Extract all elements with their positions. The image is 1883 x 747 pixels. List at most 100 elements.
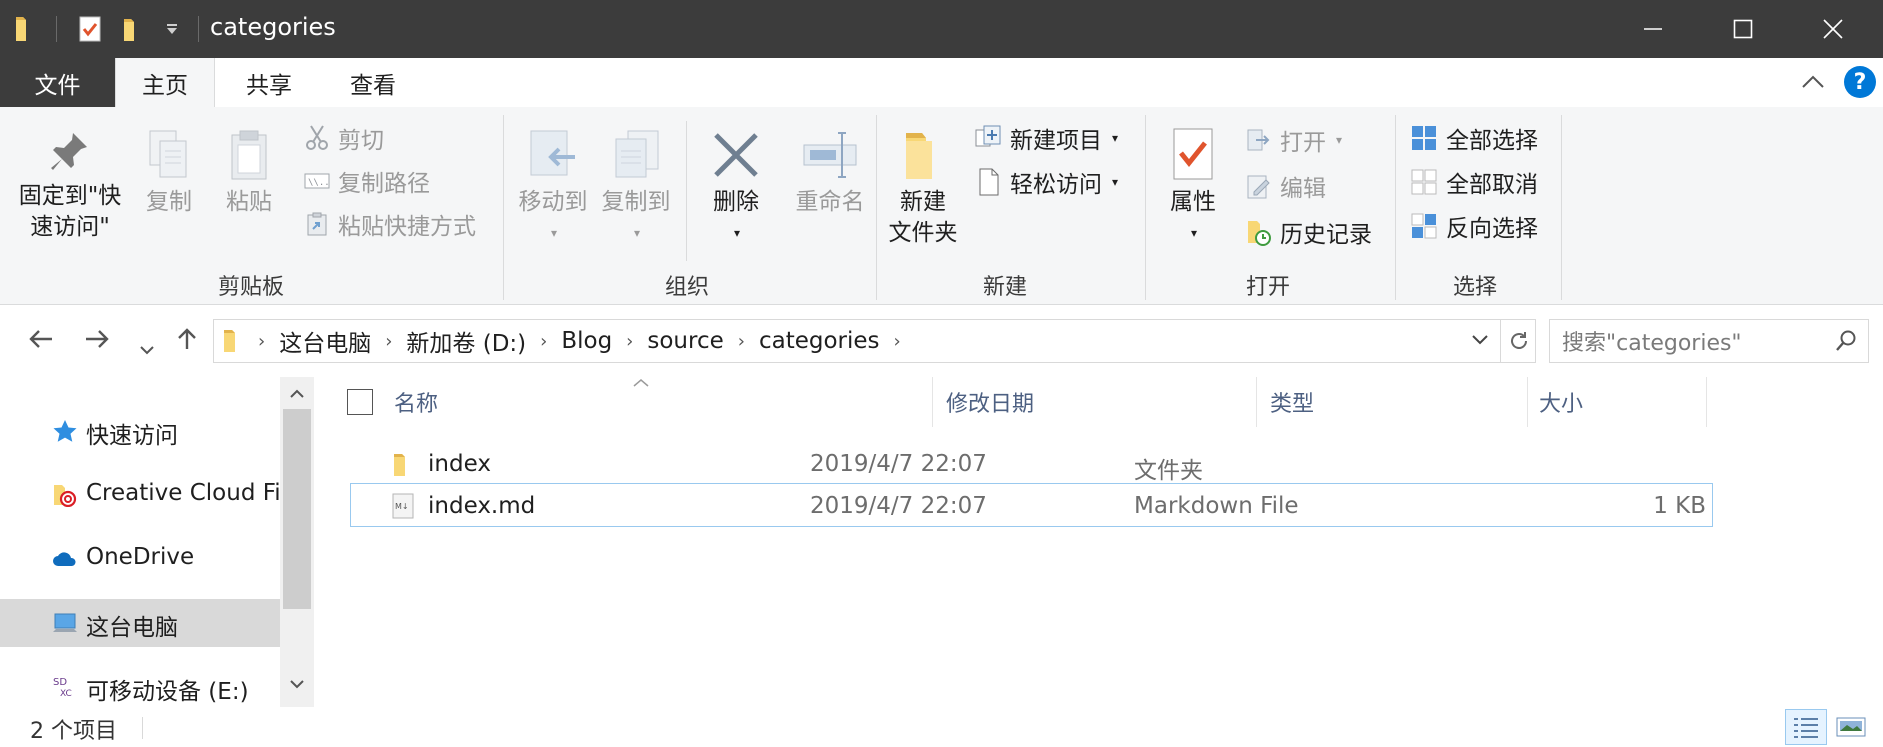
arrow-left-icon [29, 330, 52, 348]
clipboard-group-label: 剪贴板 [217, 275, 284, 300]
status-bar: 2 个项目 [0, 707, 1883, 747]
large-icons-view-button[interactable] [1830, 709, 1872, 745]
column-header-modified[interactable]: 修改日期 [946, 377, 1246, 427]
pin-icon [51, 133, 87, 170]
pin-to-quick-access-button[interactable]: 固定到"快 速访问" [10, 127, 130, 243]
recent-locations-button[interactable] [130, 333, 164, 363]
nav-item-removable-e[interactable]: SD XC 可移动设备 (E:) [0, 663, 280, 707]
select-all-icon [1412, 126, 1436, 150]
customize-toolbar-chevron-icon[interactable] [164, 14, 180, 44]
file-row[interactable]: index 2019/4/7 22:07 文件夹 [350, 442, 1713, 486]
rename-button[interactable]: 重命名 [780, 127, 880, 218]
file-list: 名称 修改日期 类型 大小 index 2019/4/7 22:07 文件夹 M… [314, 377, 1883, 707]
properties-icon [1173, 128, 1213, 180]
column-header-type[interactable]: 类型 [1270, 377, 1470, 427]
column-header-size[interactable]: 大小 [1539, 377, 1699, 427]
paste-shortcut-icon [307, 212, 327, 236]
tab-view[interactable]: 查看 [323, 58, 423, 108]
collapse-ribbon-chevron-icon[interactable] [1800, 72, 1826, 96]
copy-button[interactable]: 复制 [136, 127, 202, 218]
large-icons-view-icon [1836, 717, 1866, 737]
breadcrumb-this-pc[interactable]: 这台电脑 [279, 324, 371, 358]
search-placeholder: 搜索"categories" [1562, 331, 1742, 356]
svg-text:M↓: M↓ [395, 502, 409, 511]
select-none-icon [1411, 169, 1437, 195]
column-header-name[interactable]: 名称 [394, 377, 774, 427]
navpane-scrollbar[interactable] [280, 377, 314, 707]
cloud-icon [53, 552, 76, 566]
nav-item-creative-cloud[interactable]: Creative Cloud Files [0, 471, 280, 519]
scrollbar-thumb[interactable] [283, 409, 311, 609]
breadcrumb-blog[interactable]: Blog [561, 328, 612, 354]
cut-button[interactable]: 剪切 [304, 121, 384, 155]
move-to-button[interactable]: 移动到 ▾ [513, 127, 593, 249]
new-item-icon [975, 125, 1001, 147]
tab-home[interactable]: 主页 [115, 58, 215, 108]
new-folder-icon [906, 133, 932, 179]
tab-share[interactable]: 共享 [215, 58, 323, 108]
minimize-button[interactable] [1603, 0, 1703, 58]
tab-file[interactable]: 文件 [0, 58, 115, 108]
refresh-icon [1510, 332, 1527, 349]
star-icon [53, 420, 77, 442]
file-name: index.md [428, 493, 536, 519]
navigation-pane: 快速访问 Creative Cloud Files OneDrive 这台电脑 … [0, 377, 314, 707]
easy-access-button[interactable]: 轻松访问 ▾ [974, 165, 1118, 199]
close-button[interactable] [1783, 0, 1883, 58]
forward-button[interactable] [80, 327, 114, 357]
edit-pencil-icon [1247, 175, 1270, 199]
history-button[interactable]: 历史记录 [1246, 215, 1372, 249]
delete-button[interactable]: 删除 ▾ [698, 127, 774, 249]
svg-text:\\..: \\.. [308, 178, 330, 188]
breadcrumb-source[interactable]: source [647, 328, 723, 354]
paste-button[interactable]: 粘贴 [216, 127, 282, 218]
scroll-up-icon[interactable] [289, 385, 305, 404]
open-icon [1247, 129, 1270, 151]
new-folder-quick-icon[interactable] [122, 14, 144, 44]
open-button[interactable]: 打开 ▾ [1246, 123, 1342, 157]
select-none-button[interactable]: 全部取消 [1410, 165, 1538, 199]
address-bar[interactable]: › 这台电脑 › 新加卷 (D:) › Blog › source › cate… [213, 319, 1536, 363]
refresh-button[interactable] [1500, 319, 1536, 363]
history-icon [1248, 221, 1271, 246]
breadcrumb-categories[interactable]: categories [759, 328, 880, 354]
invert-selection-icon [1411, 213, 1437, 239]
nav-item-this-pc[interactable]: 这台电脑 [0, 599, 280, 647]
edit-button[interactable]: 编辑 [1246, 169, 1326, 203]
select-all-button[interactable]: 全部选择 [1410, 121, 1538, 155]
window-title: categories [210, 13, 336, 41]
scroll-down-icon[interactable] [289, 675, 305, 694]
copy-to-button[interactable]: 复制到 ▾ [596, 127, 676, 249]
file-type: 文件夹 [1134, 458, 1203, 484]
breadcrumb-drive-d[interactable]: 新加卷 (D:) [406, 324, 526, 358]
details-view-button[interactable] [1785, 709, 1827, 745]
file-row[interactable]: M↓ index.md 2019/4/7 22:07 Markdown File… [350, 483, 1713, 527]
paste-shortcut-button[interactable]: 粘贴快捷方式 [304, 207, 476, 241]
file-name: index [428, 451, 491, 477]
ribbon-tabs: 文件 主页 共享 查看 ? [0, 58, 1883, 108]
address-history-chevron-icon[interactable] [1471, 332, 1489, 351]
svg-text:XC: XC [60, 689, 72, 699]
search-input[interactable]: 搜索"categories" [1549, 319, 1869, 363]
organize-group-label: 组织 [664, 275, 709, 300]
new-item-button[interactable]: 新建项目 ▾ [974, 121, 1118, 155]
help-icon[interactable]: ? [1844, 66, 1876, 98]
folder-icon [392, 452, 414, 484]
new-folder-button[interactable]: 新建 文件夹 [880, 127, 966, 249]
search-icon[interactable] [1834, 329, 1858, 353]
invert-selection-button[interactable]: 反向选择 [1410, 209, 1538, 243]
up-button[interactable] [170, 327, 204, 358]
nav-item-quick-access[interactable]: 快速访问 [0, 407, 280, 455]
navigation-bar: › 这台电脑 › 新加卷 (D:) › Blog › source › cate… [0, 305, 1883, 377]
copy-path-button[interactable]: \\.. 复制路径 [304, 164, 430, 198]
arrow-right-icon [86, 330, 109, 348]
select-all-checkbox[interactable] [347, 389, 373, 415]
back-button[interactable] [24, 327, 58, 357]
properties-button[interactable]: 属性 ▾ [1158, 127, 1228, 249]
svg-text:SD: SD [53, 677, 67, 688]
copy-to-icon [615, 130, 659, 178]
properties-quick-icon[interactable] [78, 14, 102, 44]
markdown-file-icon: M↓ [392, 493, 414, 525]
nav-item-onedrive[interactable]: OneDrive [0, 535, 280, 583]
maximize-button[interactable] [1693, 0, 1793, 58]
